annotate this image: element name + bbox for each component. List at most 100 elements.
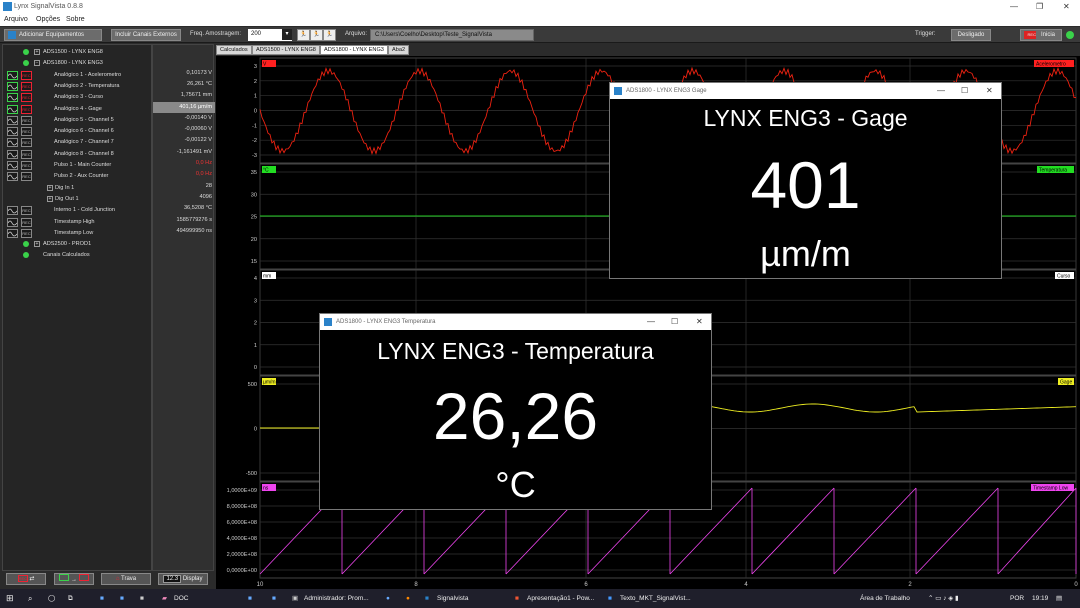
powerpoint-icon[interactable]: ■ — [515, 592, 519, 605]
rec-icon[interactable]: REC — [21, 138, 32, 148]
folder-icon[interactable]: ▰ — [162, 592, 167, 605]
popup-temperatura-titlebar[interactable]: ADS1800 - LYNX ENG3 Temperatura — ☐ ✕ — [320, 314, 711, 330]
run-icon-3[interactable]: 🏃 — [323, 29, 336, 41]
waveform-icon[interactable] — [7, 115, 18, 125]
tree-row[interactable]: REC Analógico 5 - Channel 5 — [3, 115, 153, 126]
start-button[interactable]: REC Inicia — [1020, 29, 1062, 41]
tree-row[interactable]: REC Analógico 4 - Gage — [3, 104, 153, 115]
taskview-icon[interactable]: ⧉ — [68, 592, 73, 605]
waveform-icon[interactable] — [7, 93, 18, 103]
close-icon[interactable]: ✕ — [986, 83, 993, 99]
taskbar-item-signalvista[interactable]: Signalvista — [437, 592, 468, 605]
minimize-icon[interactable]: — — [647, 314, 655, 330]
waveform-icon[interactable] — [7, 149, 18, 159]
tree-row[interactable]: REC Interno 1 - Cold Junction — [3, 205, 153, 216]
tree-row[interactable]: REC Analógico 2 - Temperatura — [3, 81, 153, 92]
word-icon[interactable]: ■ — [608, 592, 612, 605]
tree-row[interactable]: Canais Calculados — [3, 250, 153, 261]
tree-row[interactable]: REC Analógico 8 - Channel 8 — [3, 149, 153, 160]
menu-arquivo[interactable]: Arquivo — [4, 16, 28, 23]
tree-row[interactable]: − ADS1800 - LYNX ENG3 — [3, 58, 153, 69]
tree-row[interactable]: REC Timestamp High — [3, 217, 153, 228]
maximize-icon[interactable]: ☐ — [671, 314, 678, 330]
waveform-icon[interactable] — [7, 104, 18, 114]
taskbar-item-powerpoint[interactable]: Apresentação1 - Pow... — [527, 592, 594, 605]
app-icon-2[interactable]: ■ — [120, 592, 124, 605]
rec-icon[interactable]: REC — [21, 127, 32, 137]
tree-row[interactable]: REC Analógico 6 - Channel 6 — [3, 126, 153, 137]
freq-select[interactable]: 200 ▾ — [248, 29, 292, 41]
rec-icon[interactable]: REC — [21, 172, 32, 182]
waveform-icon[interactable] — [7, 138, 18, 148]
rec-icon[interactable]: REC — [21, 228, 32, 238]
rec-icon[interactable]: REC — [21, 70, 32, 80]
include-external-button[interactable]: Incluir Canais Externos — [111, 29, 181, 41]
popup-gage-titlebar[interactable]: ADS1800 - LYNX ENG3 Gage — ☐ ✕ — [610, 83, 1001, 99]
app-icon-4[interactable]: ■ — [248, 592, 252, 605]
rec-icon[interactable]: REC — [21, 93, 32, 103]
taskbar-item-doc[interactable]: DOC — [174, 592, 188, 605]
run-icon-1[interactable]: 🏃 — [297, 29, 310, 41]
menu-opcoes[interactable]: Opções — [36, 16, 60, 23]
app-icon-3[interactable]: ■ — [140, 592, 144, 605]
taskbar-item-word[interactable]: Texto_MKT_SignalVist... — [620, 592, 691, 605]
tree-row[interactable]: REC Analógico 3 - Curso — [3, 92, 153, 103]
terminal-icon[interactable]: ▣ — [292, 592, 298, 605]
rec-icon[interactable]: REC — [21, 217, 32, 227]
file-path-field[interactable]: C:\Users\Coelho\Desktop\Teste_SignalVist… — [370, 29, 534, 41]
expand-icon[interactable]: + — [34, 241, 40, 248]
restore-icon[interactable]: ❐ — [1036, 2, 1043, 11]
tray-icons[interactable]: ⌃ ▭ ♪ ◈ ▮ — [928, 592, 959, 605]
waveform-icon[interactable] — [7, 172, 18, 182]
display-button[interactable]: 12.3 Display — [158, 573, 208, 585]
rec-icon[interactable]: REC — [21, 81, 32, 91]
tree-row[interactable]: + ADS2500 - PROD1 — [3, 239, 153, 250]
taskbar-item-prompt[interactable]: Administrador: Prom... — [304, 592, 369, 605]
start-icon[interactable]: ⊞ — [6, 592, 14, 605]
rec-toggle-button[interactable]: REC ⇄ — [6, 573, 46, 585]
expand-icon[interactable]: + — [47, 184, 53, 191]
tree-row[interactable]: + Dig In 1 — [3, 183, 153, 194]
add-equipment-button[interactable]: Adicionar Equipamentos — [4, 29, 102, 41]
app-icon-5[interactable]: ■ — [272, 592, 276, 605]
waveform-icon[interactable] — [7, 228, 18, 238]
signalvista-icon[interactable]: ■ — [425, 592, 429, 605]
tree-row[interactable]: + ADS1500 - LYNX ENG8 — [3, 47, 153, 58]
waveform-icon[interactable] — [7, 81, 18, 91]
notification-icon[interactable]: ▤ — [1056, 592, 1062, 605]
run-icon-2[interactable]: 🏃 — [310, 29, 323, 41]
app-icon-6[interactable]: ● — [386, 592, 390, 605]
tab-2[interactable]: ADS1800 - LYNX ENG3 — [320, 45, 388, 55]
close-icon[interactable]: ✕ — [696, 314, 703, 330]
collapse-icon[interactable]: − — [34, 60, 40, 67]
task-view-icon[interactable]: ◯ — [48, 592, 55, 605]
firefox-icon[interactable]: ● — [406, 592, 410, 605]
tree-row[interactable]: REC Timestamp Low — [3, 228, 153, 239]
waveform-icon[interactable] — [7, 206, 18, 216]
tree-row[interactable]: + Dig Out 1 — [3, 194, 153, 205]
rec-icon[interactable]: REC — [21, 149, 32, 159]
waveform-icon[interactable] — [7, 161, 18, 170]
tree-row[interactable]: REC Analógico 7 - Channel 7 — [3, 137, 153, 148]
close-icon[interactable]: ✕ — [1063, 2, 1070, 11]
maximize-icon[interactable]: ☐ — [961, 83, 968, 99]
trava-button[interactable]: ⌂ Trava — [101, 573, 151, 585]
tree-row[interactable]: REC Pulso 1 - Main Counter — [3, 160, 153, 171]
clock[interactable]: 19:19 — [1032, 592, 1048, 605]
tree-row[interactable]: REC Analógico 1 - Acelerometro — [3, 70, 153, 81]
minimize-icon[interactable]: — — [937, 83, 945, 99]
tab-3[interactable]: Aba2 — [388, 45, 410, 55]
rec-icon[interactable]: REC — [21, 206, 32, 216]
rec-icon[interactable]: REC — [21, 115, 32, 125]
waveform-icon[interactable] — [7, 127, 18, 137]
waveform-icon[interactable] — [7, 217, 18, 227]
minimize-icon[interactable]: — — [1010, 2, 1018, 11]
popup-gage[interactable]: ADS1800 - LYNX ENG3 Gage — ☐ ✕ LYNX ENG3… — [609, 82, 1002, 279]
popup-temperatura[interactable]: ADS1800 - LYNX ENG3 Temperatura — ☐ ✕ LY… — [319, 313, 712, 510]
tree-row[interactable]: REC Pulso 2 - Aux Counter — [3, 171, 153, 182]
menu-sobre[interactable]: Sobre — [66, 16, 85, 23]
rec-icon[interactable]: REC — [21, 161, 32, 170]
language-indicator[interactable]: POR — [1010, 592, 1024, 605]
tab-0[interactable]: Calculados — [216, 45, 252, 55]
trigger-button[interactable]: Desligado — [951, 29, 991, 41]
